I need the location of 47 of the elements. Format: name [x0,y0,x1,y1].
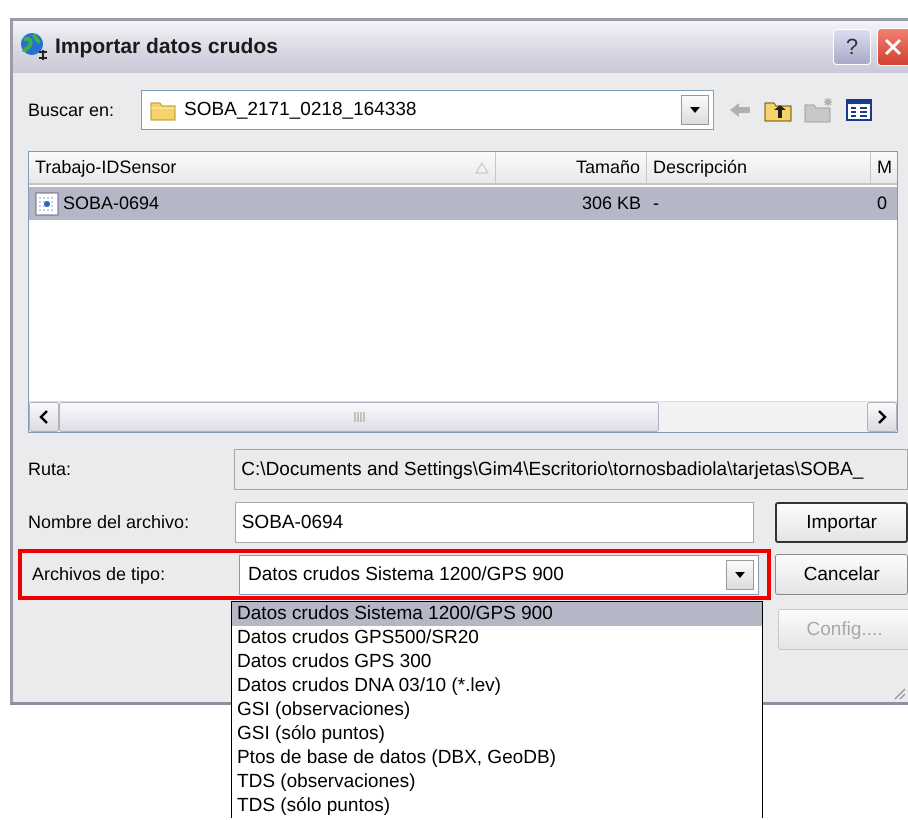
file-type-value: Datos crudos Sistema 1200/GPS 900 [248,564,565,586]
dropdown-option[interactable]: Datos crudos DNA 03/10 (*.lev) [232,674,762,698]
column-header[interactable]: Descripción [647,152,871,185]
dropdown-option[interactable]: GSI (observaciones) [232,698,762,722]
dropdown-option[interactable]: Datos crudos GPS 300 [232,650,762,674]
file-name-label: Nombre del archivo: [28,512,190,533]
dropdown-option[interactable]: TDS (sólo puntos) [232,794,762,818]
scroll-thumb[interactable] [59,402,659,432]
file-type-dropdown[interactable]: Datos crudos Sistema 1200/GPS 900 [239,554,759,594]
table-cell: SOBA-0694 [63,193,160,214]
scroll-left-button[interactable] [29,402,59,432]
resize-grip-icon [892,686,906,700]
path-field[interactable]: C:\Documents and Settings\Gim4\Escritorio\tornosbadiola\tarjetas\SOBA_ [234,449,908,490]
look-in-dropdown[interactable]: SOBA_2171_0218_164338 [141,90,714,130]
column-header[interactable]: Trabajo-IDSensor [29,152,496,185]
view-menu-icon[interactable] [846,99,872,121]
grip-lines-icon [353,412,365,422]
dropdown-option[interactable]: Ptos de base de datos (DBX, GeoDB) [232,746,762,770]
dialog-button[interactable]: Importar [775,502,908,543]
dropdown-button[interactable] [681,95,710,125]
look-in-value: SOBA_2171_0218_164338 [184,99,418,121]
dropdown-option[interactable]: GSI (sólo puntos) [232,722,762,746]
dropdown-option[interactable]: TDS (observaciones) [232,770,762,794]
column-header[interactable]: M [871,152,897,185]
dropdown-button[interactable] [726,560,754,590]
globe-icon [19,32,49,62]
file-name-field[interactable]: SOBA-0694 [234,502,754,543]
table-cell: 306 KB [582,193,641,214]
look-in-label: Buscar en: [28,100,114,120]
window-title: Importar datos crudos [55,35,279,59]
file-row[interactable]: SOBA-0694 306 KB - 0 [29,187,897,220]
caret-icon [689,106,702,114]
close-icon [884,38,902,56]
dialog-button[interactable]: Cancelar [775,554,908,595]
file-type-label: Archivos de tipo: [32,564,166,585]
scroll-right-button[interactable] [867,402,897,432]
file-icon [35,192,59,216]
caret-icon [734,570,746,578]
path-label: Ruta: [28,459,72,480]
table-cell: 0 [877,193,888,214]
help-button[interactable]: ? [833,29,871,65]
horizontal-scrollbar[interactable] [29,401,897,432]
close-button[interactable] [877,28,908,66]
dropdown-option[interactable]: Datos crudos Sistema 1200/GPS 900 [232,602,762,626]
table-cell: - [653,193,659,214]
column-header[interactable]: Tamaño [496,152,647,185]
dropdown-option[interactable]: Datos crudos GPS500/SR20 [232,626,762,650]
